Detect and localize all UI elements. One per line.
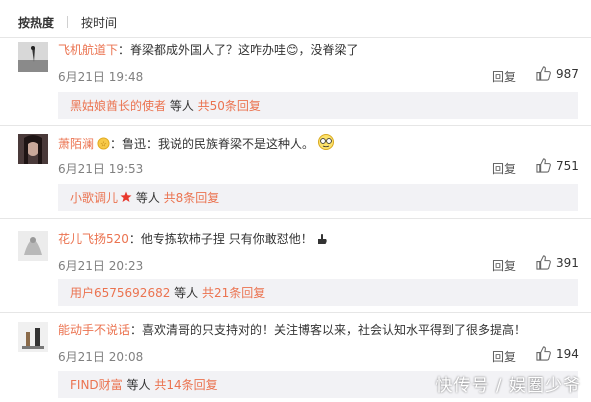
sub-reply-count[interactable]: 共50条回复	[198, 99, 261, 113]
reply-button[interactable]: 回复	[492, 348, 516, 365]
reply-button[interactable]: 回复	[492, 68, 516, 85]
like-button[interactable]: 391	[536, 255, 579, 270]
comment-content: 脊梁都成外国人了？这咋办哇😊，没脊梁了	[130, 43, 359, 57]
star-icon	[120, 191, 132, 207]
sub-replies-box[interactable]: 用户6575692682 等人 共21条回复	[58, 279, 578, 306]
comment-username[interactable]: 花儿飞扬520	[58, 232, 129, 246]
comment-username[interactable]: 能动手不说话	[58, 323, 130, 337]
thumbs-up-icon	[536, 346, 551, 361]
like-count: 987	[556, 66, 579, 81]
comment-text-line: 能动手不说话：喜欢清哥的只支持对的！关注博客以来，社会认知水平得到了很多提高！	[58, 323, 527, 337]
tab-separator	[67, 16, 69, 28]
header-divider	[0, 37, 591, 38]
comment-text-line: 花儿飞扬520：他专拣软柿子捏 只有你敢怼他！	[58, 231, 328, 249]
svg-text:☆: ☆	[100, 139, 107, 148]
like-count: 194	[556, 346, 579, 361]
tab-by-hot[interactable]: 按热度	[18, 14, 54, 31]
tab-by-time[interactable]: 按时间	[81, 14, 117, 31]
comment-divider	[0, 125, 591, 126]
reply-button[interactable]: 回复	[492, 257, 516, 274]
thumbs-up-icon	[536, 158, 551, 173]
avatar[interactable]	[18, 322, 48, 352]
watermark: 快传号 / 娱圈少爷	[435, 376, 581, 396]
like-count: 751	[556, 158, 579, 173]
sub-reply-count[interactable]: 共8条回复	[164, 191, 220, 205]
hand-point-icon	[316, 233, 328, 249]
sub-reply-count[interactable]: 共21条回复	[202, 286, 265, 300]
like-button[interactable]: 987	[536, 66, 579, 81]
comment-time: 6月21日 20:23	[58, 259, 144, 273]
sub-reply-user[interactable]: 用户6575692682	[70, 286, 170, 300]
comment-divider	[0, 312, 591, 313]
avatar[interactable]	[18, 42, 48, 72]
like-button[interactable]: 194	[536, 346, 579, 361]
sub-replies-box[interactable]: 黑姑娘酋长的使者 等人 共50条回复	[58, 92, 578, 119]
comment-time: 6月21日 19:53	[58, 162, 144, 176]
vip-badge-icon: ☆	[97, 137, 110, 154]
sub-reply-user[interactable]: FIND财富	[70, 378, 123, 392]
sub-reply-count[interactable]: 共14条回复	[154, 378, 217, 392]
comment-time: 6月21日 20:08	[58, 350, 144, 364]
like-count: 391	[556, 255, 579, 270]
sub-reply-user[interactable]: 小歌调儿	[70, 191, 118, 205]
reply-button[interactable]: 回复	[492, 160, 516, 177]
sub-replies-box[interactable]: 小歌调儿 等人 共8条回复	[58, 184, 578, 211]
emoji-glasses-icon	[317, 134, 335, 154]
comment-text-line: 飞机航道下：脊梁都成外国人了？这咋办哇😊，没脊梁了	[58, 43, 359, 57]
avatar[interactable]	[18, 231, 48, 261]
sort-tabs: 按热度 按时间	[18, 13, 117, 31]
sub-reply-user[interactable]: 黑姑娘酋长的使者	[70, 99, 166, 113]
avatar[interactable]	[18, 134, 48, 164]
comment-divider	[0, 218, 591, 219]
comment-content: 喜欢清哥的只支持对的！关注博客以来，社会认知水平得到了很多提高！	[142, 323, 527, 337]
thumbs-up-icon	[536, 66, 551, 81]
comment-username[interactable]: 飞机航道下	[58, 43, 118, 57]
thumbs-up-icon	[536, 255, 551, 270]
comment-time: 6月21日 19:48	[58, 70, 144, 84]
comment-content: 鲁迅：我说的民族脊梁不是这种人。	[122, 137, 315, 151]
like-button[interactable]: 751	[536, 158, 579, 173]
comment-text-line: 萧陌澜 ☆ ：鲁迅：我说的民族脊梁不是这种人。	[58, 134, 335, 154]
comment-content: 他专拣软柿子捏 只有你敢怼他！	[140, 232, 313, 246]
comment-username[interactable]: 萧陌澜	[58, 137, 94, 151]
